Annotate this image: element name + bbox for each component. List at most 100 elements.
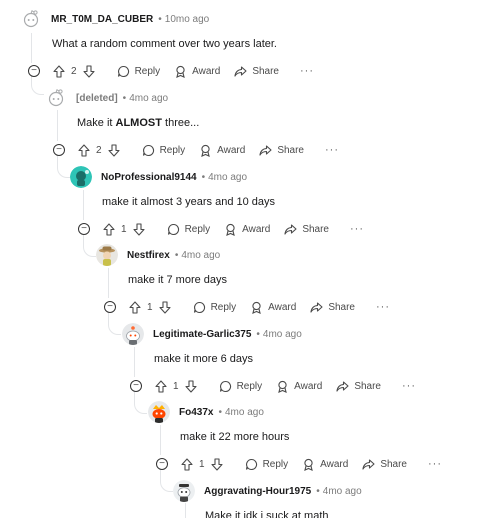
more-options-button[interactable]: ···: [300, 65, 314, 77]
upvote-icon[interactable]: [155, 379, 167, 393]
collapse-button[interactable]: −: [130, 380, 142, 392]
award-button[interactable]: Award: [276, 380, 322, 393]
award-icon: [304, 458, 313, 471]
timestamp[interactable]: 4mo ago: [181, 250, 220, 261]
reply-label: Reply: [134, 65, 161, 77]
comment-actions: − 1 Reply Award Share ···: [104, 299, 390, 315]
comment-bubble-icon: [117, 65, 129, 77]
vote-count: 1: [121, 223, 127, 235]
share-button[interactable]: Share: [259, 144, 304, 157]
reply-button[interactable]: Reply: [219, 380, 263, 393]
reply-button[interactable]: Reply: [245, 458, 289, 471]
comment: Fo437x • 4mo ago make it 22 more hours −…: [148, 401, 488, 476]
share-button[interactable]: Share: [336, 380, 381, 393]
collapse-button[interactable]: −: [28, 65, 40, 77]
timestamp[interactable]: 10mo ago: [165, 14, 209, 25]
timestamp[interactable]: 4mo ago: [323, 486, 362, 497]
award-icon: [252, 301, 261, 314]
reply-button[interactable]: Reply: [117, 65, 161, 78]
award-button[interactable]: Award: [250, 301, 296, 314]
author-name[interactable]: Aggravating-Hour1975: [204, 486, 311, 497]
more-options-button[interactable]: ···: [402, 380, 416, 392]
downvote-icon[interactable]: [108, 143, 120, 157]
comment-thread: MR_T0M_DA_CUBER • 10mo ago What a random…: [0, 0, 490, 518]
vote-controls: 2: [53, 64, 95, 78]
comment-text: make it more 6 days: [154, 353, 254, 365]
timestamp[interactable]: 4mo ago: [263, 329, 302, 340]
share-label: Share: [380, 458, 407, 470]
upvote-icon[interactable]: [53, 64, 65, 78]
downvote-icon[interactable]: [133, 222, 145, 236]
award-label: Award: [268, 301, 297, 313]
author-name[interactable]: MR_T0M_DA_CUBER: [51, 14, 153, 25]
avatar[interactable]: [122, 323, 144, 345]
vote-controls: 1: [129, 300, 171, 314]
reply-button[interactable]: Reply: [193, 301, 236, 314]
separator-dot: •: [122, 92, 127, 104]
upvote-icon[interactable]: [181, 457, 193, 471]
collapse-button[interactable]: −: [104, 301, 116, 313]
avatar[interactable]: [20, 8, 42, 30]
award-button[interactable]: Award: [302, 458, 348, 471]
award-label: Award: [242, 223, 271, 235]
author-name: [deleted]: [76, 92, 118, 104]
award-button[interactable]: Award: [199, 144, 245, 157]
award-label: Award: [320, 458, 349, 470]
collapse-button[interactable]: −: [156, 458, 168, 470]
timestamp[interactable]: 4mo ago: [208, 172, 247, 183]
separator-dot: •: [316, 485, 320, 497]
downvote-icon[interactable]: [211, 457, 223, 471]
more-options-button[interactable]: ···: [325, 144, 339, 156]
author-name[interactable]: NoProfessional9144: [101, 172, 197, 183]
share-icon: [310, 301, 323, 313]
comment-actions: − 1 Reply Award Share ···: [130, 378, 416, 394]
avatar[interactable]: [70, 166, 92, 188]
avatar[interactable]: [148, 401, 170, 423]
avatar[interactable]: [45, 87, 67, 109]
upvote-icon[interactable]: [78, 143, 90, 157]
downvote-icon[interactable]: [159, 300, 171, 314]
reply-button[interactable]: Reply: [142, 144, 185, 157]
reply-button[interactable]: Reply: [167, 223, 210, 236]
share-button[interactable]: Share: [284, 223, 329, 236]
award-button[interactable]: Award: [224, 223, 270, 236]
share-icon: [259, 144, 272, 156]
more-options-button[interactable]: ···: [428, 458, 442, 470]
comment-actions: − 2 Reply Award Share ···: [28, 63, 314, 79]
separator-dot: •: [158, 13, 162, 25]
vote-controls: 1: [155, 379, 197, 393]
award-label: Award: [217, 144, 246, 156]
comment: NoProfessional9144 • 4mo ago make it alm…: [70, 166, 480, 241]
upvote-icon[interactable]: [103, 222, 115, 236]
avatar[interactable]: [96, 244, 118, 266]
share-button[interactable]: Share: [234, 65, 279, 78]
downvote-icon[interactable]: [83, 64, 95, 78]
vote-controls: 2: [78, 143, 120, 157]
avatar[interactable]: [173, 480, 195, 502]
upvote-icon[interactable]: [129, 300, 141, 314]
share-label: Share: [277, 144, 304, 156]
vote-controls: 1: [181, 457, 223, 471]
author-name[interactable]: Legitimate-Garlic375: [153, 329, 251, 340]
comment: Nestfirex • 4mo ago make it 7 more days …: [96, 244, 486, 319]
share-button[interactable]: Share: [362, 458, 407, 471]
award-icon: [278, 380, 287, 393]
timestamp[interactable]: 4mo ago: [129, 93, 168, 104]
timestamp[interactable]: 4mo ago: [225, 407, 264, 418]
reply-label: Reply: [236, 380, 263, 392]
comment-bubble-icon: [219, 380, 231, 392]
collapse-button[interactable]: −: [78, 223, 90, 235]
more-options-button[interactable]: ···: [376, 301, 390, 313]
separator-dot: •: [174, 249, 179, 261]
author-name[interactable]: Nestfirex: [127, 250, 170, 261]
comment-text: make it 7 more days: [128, 274, 228, 286]
comment-header: Nestfirex • 4mo ago: [96, 244, 220, 266]
author-name[interactable]: Fo437x: [179, 407, 213, 418]
award-button[interactable]: Award: [174, 65, 220, 78]
downvote-icon[interactable]: [185, 379, 197, 393]
share-button[interactable]: Share: [310, 301, 355, 314]
award-label: Award: [192, 65, 221, 77]
collapse-button[interactable]: −: [53, 144, 65, 156]
more-options-button[interactable]: ···: [350, 223, 364, 235]
reply-label: Reply: [262, 458, 289, 470]
